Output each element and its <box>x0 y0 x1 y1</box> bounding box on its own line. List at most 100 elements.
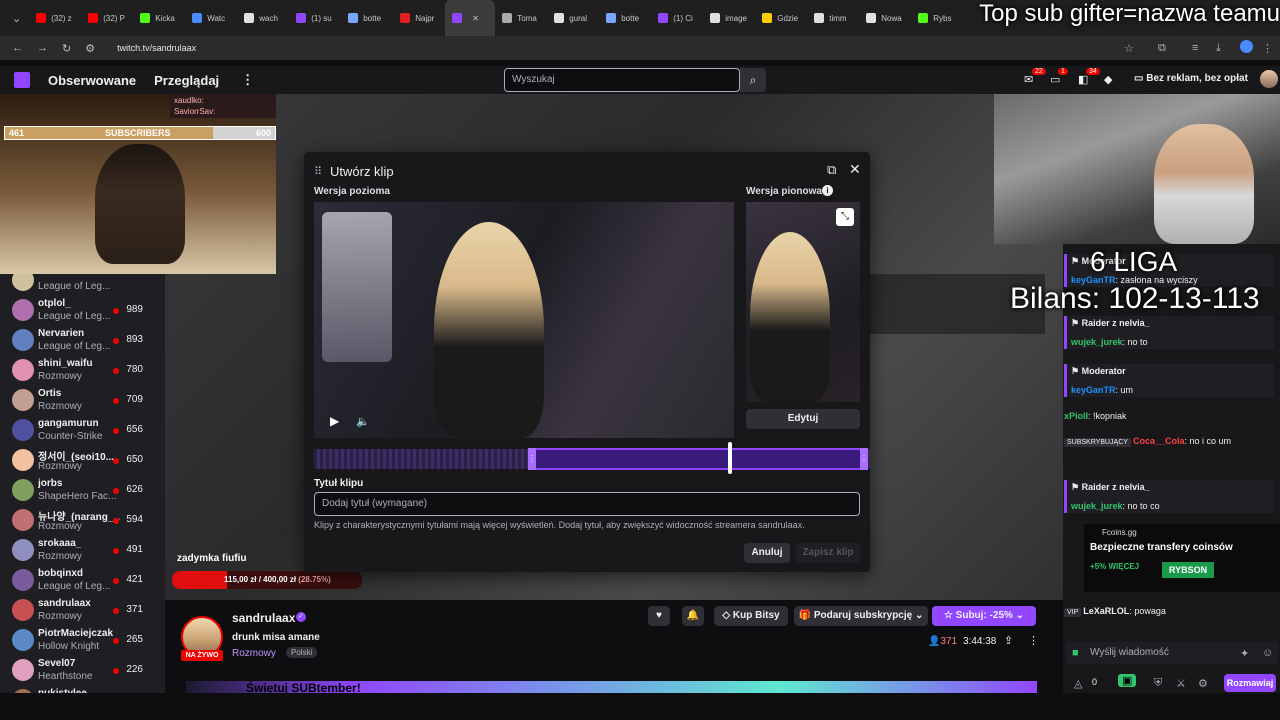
notifications-icon[interactable]: ◧ 34 <box>1078 68 1100 86</box>
range-start-handle[interactable]: ⋮ <box>528 448 536 470</box>
popout-icon[interactable]: ⧉ <box>827 162 836 178</box>
browser-tab[interactable]: Watc <box>185 0 237 36</box>
prediction-icon[interactable]: ▣ <box>1118 674 1137 687</box>
edit-vertical-button[interactable]: Edytuj <box>746 409 860 429</box>
clip-range-selection[interactable] <box>528 448 868 470</box>
vertical-clip-preview[interactable]: ⤡ <box>746 202 860 402</box>
browser-tab[interactable]: Najpr <box>393 0 445 36</box>
browser-tab[interactable]: ✕ <box>445 0 496 36</box>
profile-avatar[interactable] <box>1240 40 1253 53</box>
mod-tools-icon[interactable]: ✦ <box>1240 647 1249 660</box>
chat-message[interactable]: ⚑ Raider z nelvia_ wujek_jurek: no to co <box>1064 480 1274 513</box>
browser-tab[interactable]: Gdzie <box>755 0 807 36</box>
chat-message[interactable]: VIP LeXaRLOL: powaga <box>1064 606 1274 617</box>
shield-icon[interactable]: ⛨ <box>1154 677 1162 690</box>
back-icon[interactable]: ← <box>12 42 23 54</box>
search-icon[interactable]: ⌕ <box>740 68 766 92</box>
search-input[interactable]: Wyszukaj <box>504 68 740 92</box>
language-tag[interactable]: Polski <box>286 647 318 658</box>
browser-tab[interactable]: wach <box>237 0 289 36</box>
channel-points-icon[interactable]: ◬ <box>1074 677 1082 690</box>
sidebar-channel[interactable]: Ortis Rozmowy 709 <box>0 386 165 416</box>
chat-send-button[interactable]: Rozmawiaj <box>1224 674 1276 692</box>
user-avatar[interactable] <box>1260 70 1278 88</box>
chat-message[interactable]: xPiolI: !kopniak <box>1064 411 1274 421</box>
twitch-logo[interactable] <box>14 72 30 88</box>
sidebar-channel[interactable]: shini_waifu Rozmowy 780 <box>0 356 165 386</box>
browser-tab[interactable]: (1) su <box>289 0 341 36</box>
chat-message[interactable]: ⚑ Moderator keyGanTR: um <box>1064 364 1274 397</box>
bell-icon[interactable]: 🔔 <box>682 606 704 626</box>
sidebar-channel[interactable]: sandrulaax Rozmowy 371 <box>0 596 165 626</box>
sidebar-channel[interactable]: 정서이_(seoi10... Rozmowy 650 <box>0 446 165 476</box>
reload-icon[interactable]: ↻ <box>62 42 71 55</box>
chat-message[interactable]: SUBSKRYBUJĄCY Coca__Cola: no i co um <box>1064 436 1274 447</box>
chat-username[interactable]: Coca__Cola <box>1133 436 1185 446</box>
tab-close-icon[interactable]: ✕ <box>472 14 479 23</box>
more-options-icon[interactable]: ⋮ <box>1028 634 1039 647</box>
save-clip-button[interactable]: Zapisz klip <box>796 543 860 563</box>
collapse-icon[interactable]: ⤡ <box>836 208 854 226</box>
subtember-banner[interactable]: Świętuj SUBtember! <box>186 681 1037 693</box>
follow-heart-icon[interactable]: ♥ <box>648 606 670 626</box>
sword-icon[interactable]: ⚔ <box>1176 677 1186 690</box>
drag-handle-icon[interactable]: ⠿ <box>314 165 322 178</box>
download-icon[interactable]: ⤓ <box>1216 42 1221 55</box>
clip-title-input[interactable]: Dodaj tytuł (wymagane) <box>314 492 860 516</box>
subscribe-button[interactable]: ☆ Subuj: -25% ⌄ <box>932 606 1036 626</box>
forward-icon[interactable]: → <box>37 42 48 54</box>
inbox-icon[interactable]: ✉ 22 <box>1024 68 1046 86</box>
browser-tab[interactable]: timm <box>807 0 859 36</box>
browser-tab[interactable]: botte <box>599 0 651 36</box>
chat-message[interactable]: ⚑ Raider z nelvia_ wujek_jurek: no to <box>1064 316 1274 349</box>
browser-tab[interactable]: Toma <box>495 0 547 36</box>
url-field[interactable]: twitch.tv/sandrulaax <box>117 43 196 53</box>
browser-tab[interactable]: Nowa <box>859 0 911 36</box>
browser-tab[interactable]: (32) P <box>81 0 133 36</box>
sidebar-channel[interactable]: gangamurun Counter-Strike 656 <box>0 416 165 446</box>
whispers-icon[interactable]: ▭ 1 <box>1050 68 1068 86</box>
chat-username[interactable]: wujek_jurek <box>1071 501 1123 511</box>
browser-tab[interactable]: (32) z <box>29 0 81 36</box>
streamer-name[interactable]: sandrulaax <box>232 611 295 625</box>
chat-username[interactable]: LeXaRLOL <box>1083 606 1129 616</box>
sidebar-channel[interactable]: bobqinxd League of Leg... 421 <box>0 566 165 596</box>
extensions-icon[interactable]: ⧉ <box>1158 42 1166 55</box>
sidebar-channel[interactable]: 뉴나양_(narang_... Rozmowy 594 <box>0 506 165 536</box>
followed-link[interactable]: Obserwowane <box>48 73 136 88</box>
gift-sub-button[interactable]: 🎁 Podaruj subskrypcję ⌄ <box>794 606 928 626</box>
emote-picker-icon[interactable]: ☺ <box>1262 647 1273 659</box>
browser-tab[interactable]: Kicka <box>133 0 185 36</box>
browse-link[interactable]: Przeglądaj <box>154 73 219 88</box>
reading-list-icon[interactable]: ≡ <box>1192 42 1198 54</box>
chat-username[interactable]: wujek_jurek <box>1071 337 1123 347</box>
stream-category[interactable]: Rozmowy <box>232 648 276 659</box>
browser-tab[interactable]: gural <box>547 0 599 36</box>
bits-icon[interactable]: ◆ <box>1104 73 1112 86</box>
chat-username[interactable]: keyGanTR <box>1071 385 1116 395</box>
more-menu-icon[interactable]: ⋮ <box>241 72 254 88</box>
site-info-icon[interactable]: ⚙ <box>85 42 95 55</box>
browser-tab[interactable]: Rybs <box>911 0 963 36</box>
sidebar-channel[interactable]: otplol_ League of Leg... 989 <box>0 296 165 326</box>
browser-tab[interactable]: image <box>703 0 755 36</box>
range-end-handle[interactable]: ⋮ <box>860 448 868 470</box>
playhead[interactable] <box>728 442 732 474</box>
info-icon[interactable]: i <box>822 185 833 196</box>
browser-tab[interactable]: (1) Ci <box>651 0 703 36</box>
horizontal-clip-preview[interactable]: ▶ 🔈 <box>314 202 734 438</box>
share-icon[interactable]: ⇪ <box>1004 634 1013 647</box>
volume-icon[interactable]: 🔈 <box>356 415 370 428</box>
sidebar-channel[interactable]: Sevel07 Hearthstone 226 <box>0 656 165 686</box>
buy-bits-button[interactable]: ◇ Kup Bitsy <box>714 606 788 626</box>
close-icon[interactable]: ✕ <box>849 161 861 178</box>
sidebar-channel[interactable]: Nervarien League of Leg... 893 <box>0 326 165 356</box>
sidebar-channel[interactable]: jorbs ShapeHero Fac... 626 <box>0 476 165 506</box>
sidebar-channel[interactable]: srokaaa_ Rozmowy 491 <box>0 536 165 566</box>
settings-gear-icon[interactable]: ⚙ <box>1198 677 1208 690</box>
browser-tab[interactable]: botte <box>341 0 393 36</box>
chat-badge-icon[interactable]: ■ <box>1072 647 1079 659</box>
bookmark-star-icon[interactable]: ☆ <box>1124 42 1134 55</box>
tab-search-icon[interactable]: ⌄ <box>12 12 21 25</box>
menu-icon[interactable]: ⋮ <box>1262 42 1273 55</box>
